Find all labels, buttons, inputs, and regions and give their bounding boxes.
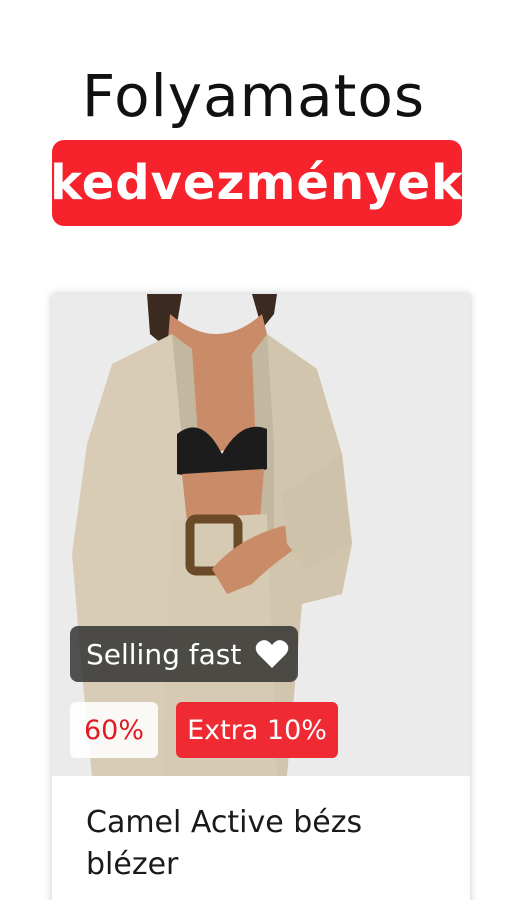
selling-fast-badge: Selling fast (70, 626, 298, 682)
promo-highlight-text: kedvezmények (50, 155, 464, 211)
product-card[interactable]: Selling fast 60% Extra 10% Camel Active … (52, 294, 470, 900)
extra-discount-badge: Extra 10% (176, 702, 338, 758)
discount-badge: 60% (70, 702, 158, 758)
heart-icon[interactable] (255, 639, 289, 669)
product-name[interactable]: Camel Active bézs blézer (86, 802, 446, 886)
promo-headline: Folyamatos (81, 62, 426, 130)
promo-highlight-pill: kedvezmények (50, 140, 464, 226)
selling-fast-label: Selling fast (86, 637, 242, 671)
